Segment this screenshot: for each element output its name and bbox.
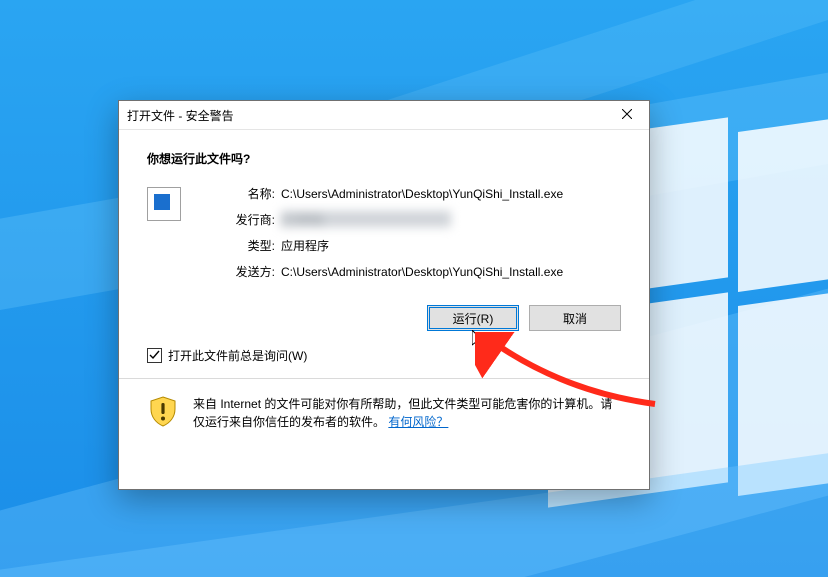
title-bar[interactable]: 打开文件 - 安全警告 [119, 101, 649, 130]
type-label: 类型: [221, 237, 275, 255]
close-icon [622, 108, 632, 122]
shield-warning-icon [147, 395, 179, 427]
application-icon [147, 187, 181, 221]
security-warning-dialog: 打开文件 - 安全警告 你想运行此文件吗? 名称: C:\Users\Admin… [118, 100, 650, 490]
from-label: 发送方: [221, 263, 275, 281]
checkbox-icon[interactable] [147, 348, 162, 363]
publisher-label: 发行商: [221, 211, 275, 229]
run-button[interactable]: 运行(R) [427, 305, 519, 331]
checkbox-label: 打开此文件前总是询问(W) [168, 347, 307, 364]
dialog-content: 你想运行此文件吗? 名称: C:\Users\Administrator\Des… [119, 130, 649, 299]
close-button[interactable] [604, 101, 649, 129]
prompt-text: 你想运行此文件吗? [147, 150, 621, 167]
file-info-table: 名称: C:\Users\Administrator\Desktop\YunQi… [221, 185, 621, 289]
dialog-buttons: 运行(R) 取消 [119, 299, 649, 345]
footer: 来自 Internet 的文件可能对你有所帮助，但此文件类型可能危害你的计算机。… [119, 379, 649, 431]
type-value: 应用程序 [281, 237, 621, 255]
from-value: C:\Users\Administrator\Desktop\YunQiShi_… [281, 263, 621, 281]
risk-link[interactable]: 有何风险？ [388, 415, 448, 429]
publisher-value: [已模糊] [281, 211, 451, 227]
name-value: C:\Users\Administrator\Desktop\YunQiShi_… [281, 185, 621, 203]
always-ask-checkbox-row[interactable]: 打开此文件前总是询问(W) [119, 345, 649, 378]
window-title: 打开文件 - 安全警告 [127, 107, 604, 124]
cancel-button[interactable]: 取消 [529, 305, 621, 331]
name-label: 名称: [221, 185, 275, 203]
footer-text: 来自 Internet 的文件可能对你有所帮助，但此文件类型可能危害你的计算机。… [193, 395, 621, 431]
